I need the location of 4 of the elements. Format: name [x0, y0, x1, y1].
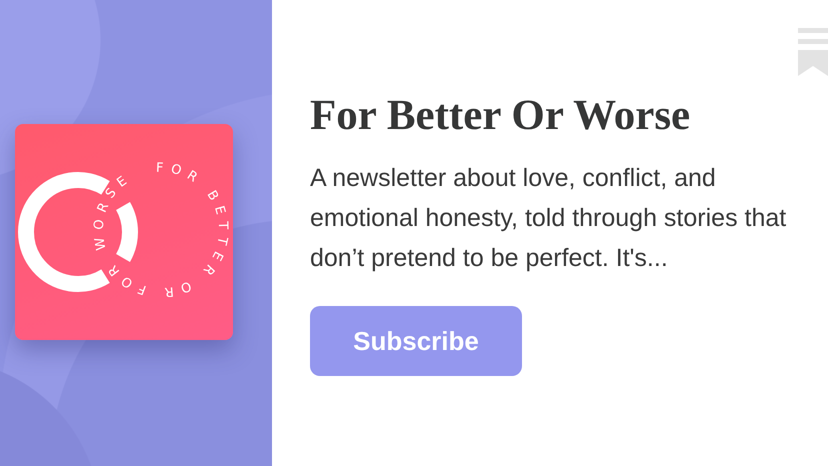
bookmark-icon[interactable]	[798, 28, 828, 78]
newsletter-title: For Better Or Worse	[310, 91, 690, 141]
subscribe-button[interactable]: Subscribe	[310, 306, 522, 376]
newsletter-description: A newsletter about love, conflict, and emotional honesty, told through stories that don’t pretend to be perfect. It's...	[310, 163, 788, 274]
